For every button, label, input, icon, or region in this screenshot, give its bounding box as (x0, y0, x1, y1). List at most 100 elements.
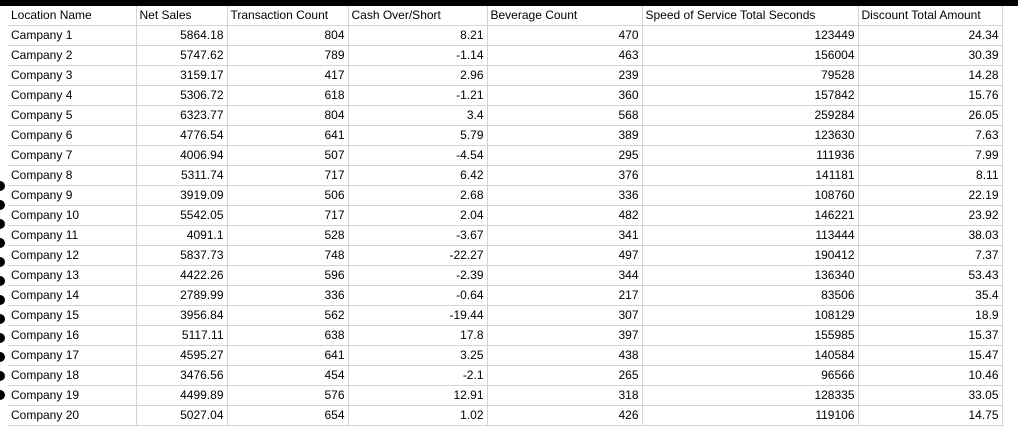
table-cell[interactable]: -22.27 (348, 245, 488, 266)
table-cell[interactable]: 2.68 (348, 185, 488, 206)
table-cell[interactable]: 18.9 (858, 305, 1003, 326)
table-cell[interactable]: 15.47 (858, 345, 1003, 366)
table-cell[interactable]: 79528 (642, 65, 859, 86)
table-cell[interactable]: 5542.05 (136, 205, 228, 226)
table-cell[interactable]: 5747.62 (136, 45, 228, 66)
table-cell[interactable]: 360 (487, 85, 643, 106)
table-cell[interactable]: 157842 (642, 85, 859, 106)
table-cell[interactable]: 344 (487, 265, 643, 286)
table-cell[interactable]: -2.1 (348, 365, 488, 386)
table-cell[interactable]: 482 (487, 205, 643, 226)
table-cell[interactable]: 3956.84 (136, 305, 228, 326)
table-cell[interactable]: 804 (227, 105, 349, 126)
table-cell[interactable]: 5311.74 (136, 165, 228, 186)
table-cell[interactable]: 5117.11 (136, 325, 228, 346)
table-cell[interactable]: 4595.27 (136, 345, 228, 366)
speed-of-service-header[interactable]: Speed of Service Total Seconds (642, 6, 859, 26)
table-cell[interactable]: 12.91 (348, 385, 488, 406)
table-cell[interactable]: 128335 (642, 385, 859, 406)
table-cell[interactable]: 146221 (642, 205, 859, 226)
table-cell[interactable]: Company 10 (8, 205, 137, 226)
table-cell[interactable]: 26.05 (858, 105, 1003, 126)
table-cell[interactable]: 10.46 (858, 365, 1003, 386)
table-cell[interactable]: Company 14 (8, 285, 137, 306)
table-cell[interactable]: 108129 (642, 305, 859, 326)
discount-total-header[interactable]: Discount Total Amount (858, 6, 1003, 26)
table-cell[interactable]: 15.76 (858, 85, 1003, 106)
table-cell[interactable]: 8.11 (858, 165, 1003, 186)
table-cell[interactable]: 53.43 (858, 265, 1003, 286)
table-cell[interactable]: 4499.89 (136, 385, 228, 406)
table-cell[interactable]: 239 (487, 65, 643, 86)
table-cell[interactable]: 3159.17 (136, 65, 228, 86)
table-cell[interactable]: 14.28 (858, 65, 1003, 86)
table-cell[interactable]: 438 (487, 345, 643, 366)
table-cell[interactable]: 3.4 (348, 105, 488, 126)
table-cell[interactable]: 123630 (642, 125, 859, 146)
table-cell[interactable]: 336 (487, 185, 643, 206)
table-cell[interactable]: 4006.94 (136, 145, 228, 166)
table-cell[interactable]: 3919.09 (136, 185, 228, 206)
table-cell[interactable]: Company 7 (8, 145, 137, 166)
table-cell[interactable]: 641 (227, 125, 349, 146)
table-cell[interactable]: 717 (227, 165, 349, 186)
table-cell[interactable]: 470 (487, 25, 643, 46)
table-cell[interactable]: 83506 (642, 285, 859, 306)
table-cell[interactable]: 3.25 (348, 345, 488, 366)
table-cell[interactable]: 3476.56 (136, 365, 228, 386)
table-cell[interactable]: 376 (487, 165, 643, 186)
table-cell[interactable]: 397 (487, 325, 643, 346)
table-cell[interactable]: 641 (227, 345, 349, 366)
table-cell[interactable]: Campany 1 (8, 25, 137, 46)
table-cell[interactable]: -3.67 (348, 225, 488, 246)
table-cell[interactable]: 562 (227, 305, 349, 326)
table-cell[interactable]: 1.02 (348, 405, 488, 426)
table-cell[interactable]: 426 (487, 405, 643, 426)
table-cell[interactable]: 4776.54 (136, 125, 228, 146)
table-cell[interactable]: -0.64 (348, 285, 488, 306)
table-cell[interactable]: 15.37 (858, 325, 1003, 346)
table-cell[interactable]: 336 (227, 285, 349, 306)
table-cell[interactable]: 113444 (642, 225, 859, 246)
table-cell[interactable]: 295 (487, 145, 643, 166)
table-cell[interactable]: 2789.99 (136, 285, 228, 306)
table-cell[interactable]: 17.8 (348, 325, 488, 346)
table-cell[interactable]: 30.39 (858, 45, 1003, 66)
table-cell[interactable]: Company 18 (8, 365, 137, 386)
table-cell[interactable]: 789 (227, 45, 349, 66)
table-cell[interactable]: 156004 (642, 45, 859, 66)
table-cell[interactable]: 576 (227, 385, 349, 406)
table-cell[interactable]: 217 (487, 285, 643, 306)
table-cell[interactable]: Company 8 (8, 165, 137, 186)
table-cell[interactable]: 24.34 (858, 25, 1003, 46)
table-cell[interactable]: 96566 (642, 365, 859, 386)
table-cell[interactable]: 5.79 (348, 125, 488, 146)
table-cell[interactable]: 568 (487, 105, 643, 126)
table-cell[interactable]: Company 20 (8, 405, 137, 426)
table-cell[interactable]: 14.75 (858, 405, 1003, 426)
table-cell[interactable]: Campany 2 (8, 45, 137, 66)
transaction-count-header[interactable]: Transaction Count (227, 6, 349, 26)
table-cell[interactable]: 108760 (642, 185, 859, 206)
table-cell[interactable]: Company 12 (8, 245, 137, 266)
table-cell[interactable]: 265 (487, 365, 643, 386)
table-cell[interactable]: 4422.26 (136, 265, 228, 286)
table-cell[interactable]: 654 (227, 405, 349, 426)
location-name-header[interactable]: Location Name (8, 6, 137, 26)
table-cell[interactable]: -4.54 (348, 145, 488, 166)
table-cell[interactable]: 528 (227, 225, 349, 246)
table-cell[interactable]: 6323.77 (136, 105, 228, 126)
table-cell[interactable]: 454 (227, 365, 349, 386)
table-cell[interactable]: 23.92 (858, 205, 1003, 226)
table-cell[interactable]: -1.21 (348, 85, 488, 106)
table-cell[interactable]: 506 (227, 185, 349, 206)
table-cell[interactable]: 5864.18 (136, 25, 228, 46)
table-cell[interactable]: 136340 (642, 265, 859, 286)
table-cell[interactable]: 141181 (642, 165, 859, 186)
table-cell[interactable]: 35.4 (858, 285, 1003, 306)
cash-over-short-header[interactable]: Cash Over/Short (348, 6, 488, 26)
table-cell[interactable]: 111936 (642, 145, 859, 166)
table-cell[interactable]: 119106 (642, 405, 859, 426)
table-cell[interactable]: 5837.73 (136, 245, 228, 266)
table-cell[interactable]: Company 6 (8, 125, 137, 146)
